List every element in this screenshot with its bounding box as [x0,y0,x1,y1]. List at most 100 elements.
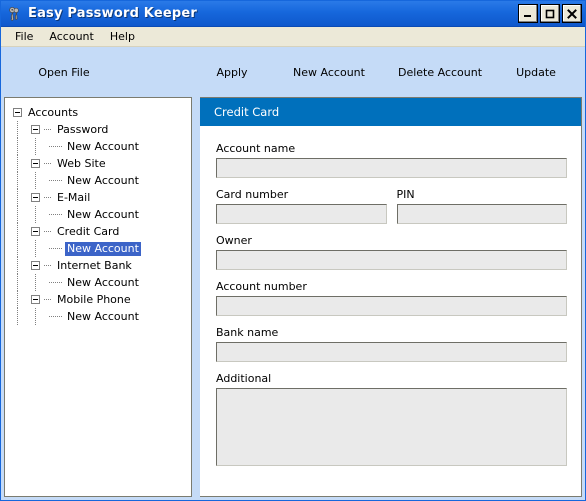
menu-bar: File Account Help [1,27,585,47]
field-owner: Owner [216,234,567,270]
field-card-number: Card number [216,188,387,224]
tree-node-label: New Account [67,139,139,153]
account-number-input[interactable] [216,296,567,316]
tree-node[interactable]: Mobile Phone [5,291,191,308]
tree-connector [49,180,62,181]
field-pin: PIN [396,188,567,224]
tree-guide-line [35,172,36,189]
pin-input[interactable] [396,204,567,224]
accounts-tree[interactable]: Accounts Password New Account Web Site New A… [4,97,192,497]
tree-node[interactable]: Password [5,121,191,138]
tree-guide-line [35,274,36,291]
tree-guide-line [35,206,36,223]
tree-node[interactable]: Credit Card [5,223,191,240]
tree-node-label: New Account [67,173,139,187]
tree-guide-line [17,155,18,172]
owner-input[interactable] [216,250,567,270]
tree-expander-minus-icon[interactable] [31,193,40,202]
additional-textarea[interactable] [216,388,567,466]
minimize-icon[interactable] [518,4,538,23]
tree-expander-minus-icon[interactable] [31,295,40,304]
tree-connector [49,282,62,283]
tree-node-label: Credit Card [57,224,120,238]
card-number-input[interactable] [216,204,387,224]
account-form: Account name Card number PIN Owner Accou… [200,126,581,496]
account-number-label: Account number [216,280,307,293]
tree-node-label: New Account [67,309,139,323]
card-number-label: Card number [216,188,289,201]
keys-icon [6,6,22,22]
detail-pane: Credit Card Account name Card number PIN [200,97,582,497]
tree-node-label: Internet Bank [57,258,132,272]
tree-connector [44,231,52,232]
menu-item-account[interactable]: Account [41,28,101,45]
tree-guide-line [17,308,18,325]
delete-account-button[interactable]: Delete Account [385,47,495,97]
tree-node[interactable]: New Account [5,138,191,155]
window-title: Easy Password Keeper [28,6,198,21]
tree-node[interactable]: New Account [5,240,191,257]
tree-guide-line [35,138,36,155]
tree-connector [49,316,62,317]
update-button[interactable]: Update [501,47,571,97]
tree-node-label: Mobile Phone [57,292,131,306]
tree-node[interactable]: New Account [5,172,191,189]
application-window: Easy Password Keeper File Account Help O… [0,0,586,501]
tree-connector [44,163,52,164]
tree-guide-line [17,172,18,189]
new-account-button[interactable]: New Account [279,47,379,97]
tree-connector [44,129,52,130]
title-bar: Easy Password Keeper [1,1,585,27]
field-additional: Additional [216,372,567,469]
apply-button[interactable]: Apply [197,47,267,97]
menu-item-file[interactable]: File [7,28,41,45]
splitter[interactable] [192,97,200,500]
open-file-button[interactable]: Open File [19,47,109,97]
close-icon[interactable] [562,4,582,23]
caption-buttons [518,4,582,23]
tree-guide-line [17,189,18,206]
tree-node[interactable]: New Account [5,308,191,325]
additional-label: Additional [216,372,272,385]
tree-node[interactable]: Internet Bank [5,257,191,274]
toolbar: Open File Apply New Account Delete Accou… [1,47,585,97]
tree-node-label: Accounts [28,105,79,119]
tree-node-label: E-Mail [57,190,91,204]
tree-node[interactable]: Web Site [5,155,191,172]
card-pin-row: Card number PIN [216,188,567,234]
tree-guide-line [35,308,36,325]
pin-label: PIN [396,188,415,201]
tree-guide-line [17,274,18,291]
tree-node-label: New Account [65,241,141,256]
tree-expander-minus-icon[interactable] [31,159,40,168]
tree-guide-line [17,138,18,155]
tree-node-label: Password [57,122,109,136]
tree-expander-minus-icon[interactable] [31,125,40,134]
tree-guide-line [35,240,36,257]
bank-name-input[interactable] [216,342,567,362]
account-name-label: Account name [216,142,296,155]
tree-connector [44,265,52,266]
tree-node[interactable]: E-Mail [5,189,191,206]
bank-name-label: Bank name [216,326,279,339]
tree-node[interactable]: New Account [5,206,191,223]
tree-guide-line [17,206,18,223]
field-account-name: Account name [216,142,567,178]
tree-node[interactable]: New Account [5,274,191,291]
tree-connector [49,248,62,249]
tree-expander-minus-icon[interactable] [13,108,22,117]
tree-guide-line [17,257,18,274]
tree-expander-minus-icon[interactable] [31,227,40,236]
menu-item-help[interactable]: Help [102,28,143,45]
tree-expander-minus-icon[interactable] [31,261,40,270]
tree-node-label: New Account [67,207,139,221]
owner-label: Owner [216,234,252,247]
account-name-input[interactable] [216,158,567,178]
tree-connector [49,214,62,215]
tree-connector [44,197,52,198]
tree-connector [44,299,52,300]
tree-connector [49,146,62,147]
field-bank-name: Bank name [216,326,567,362]
maximize-icon[interactable] [540,4,560,23]
tree-node[interactable]: Accounts [5,104,191,121]
